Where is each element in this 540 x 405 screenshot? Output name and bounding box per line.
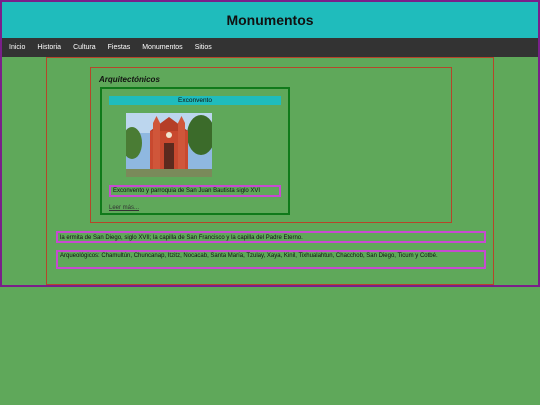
architecture-section: Arquitectónicos Exconvento Exconvento y …	[90, 67, 452, 223]
card-title: Exconvento	[109, 96, 281, 105]
section-heading: Arquitectónicos	[99, 75, 160, 84]
nav-item-monumentos[interactable]: Monumentos	[142, 44, 182, 51]
main-content: Arquitectónicos Exconvento Exconvento y …	[46, 57, 494, 285]
read-more-link[interactable]: Leer más...	[109, 205, 139, 211]
text-block-archaeological: Arqueológicos: Chamultún, Chuncanap, Itz…	[56, 250, 486, 269]
card-caption: Exconvento y parroquia de San Juan Bauti…	[109, 185, 281, 197]
nav-item-cultura[interactable]: Cultura	[73, 44, 96, 51]
text-block-chapels: la ermita de San Diego, siglo XVII; la c…	[56, 231, 486, 243]
site-title: Monumentos	[226, 12, 314, 28]
main-nav: Inicio Historia Cultura Fiestas Monument…	[2, 38, 538, 57]
nav-item-fiestas[interactable]: Fiestas	[108, 44, 131, 51]
monument-card: Exconvento Exconvento y parroquia de San…	[100, 87, 290, 215]
site-header: Monumentos	[2, 2, 538, 38]
nav-item-historia[interactable]: Historia	[37, 44, 61, 51]
church-photo	[126, 113, 212, 177]
nav-item-sitios[interactable]: Sitios	[195, 44, 212, 51]
nav-item-inicio[interactable]: Inicio	[9, 44, 25, 51]
